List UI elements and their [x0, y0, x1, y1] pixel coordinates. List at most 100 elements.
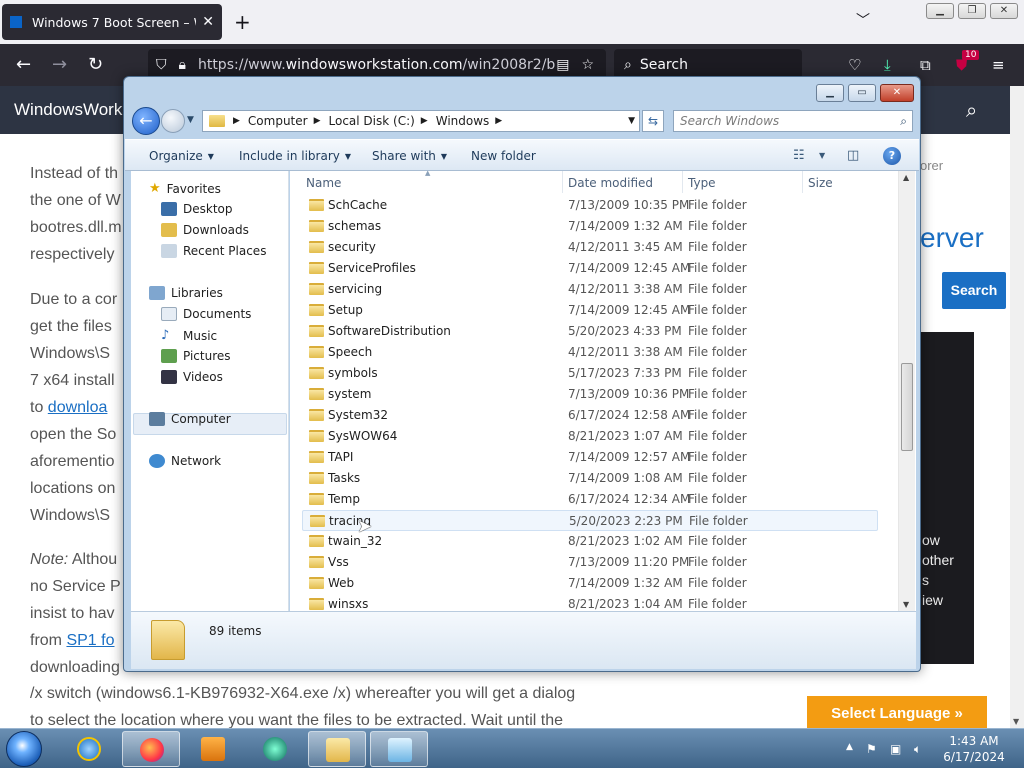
column-header-name[interactable]: Name — [306, 176, 341, 190]
recent-pages-chevron-icon[interactable]: ▼ — [187, 115, 194, 125]
column-divider[interactable] — [802, 171, 803, 193]
show-hidden-icons-chevron-icon[interactable]: ▲ — [846, 742, 853, 752]
table-row[interactable]: Vss 7/13/2009 11:20 PM File folder — [302, 552, 878, 573]
explorer-minimize-button[interactable]: ▁ — [816, 84, 844, 102]
table-row[interactable]: SysWOW64 8/21/2023 1:07 AM File folder — [302, 426, 878, 447]
breadcrumb-windows[interactable]: Windows — [436, 114, 490, 128]
file-list-scrollbar[interactable]: ▲ ▼ — [898, 171, 915, 611]
breadcrumb-computer[interactable]: Computer — [248, 114, 308, 128]
reader-view-icon[interactable]: ▤ — [556, 57, 569, 73]
table-row[interactable]: TAPI 7/14/2009 12:57 AM File folder — [302, 447, 878, 468]
breadcrumb-separator-icon[interactable]: ▶ — [233, 116, 240, 126]
forward-arrow-icon[interactable]: → — [52, 54, 67, 75]
webpage-logo[interactable]: WindowsWorks — [14, 100, 131, 120]
explorer-back-arrow-icon[interactable]: ← — [132, 107, 160, 135]
nav-desktop[interactable]: Desktop — [161, 202, 233, 216]
table-row[interactable]: Tasks 7/14/2009 1:08 AM File folder — [302, 468, 878, 489]
webpage-search-icon[interactable]: ⌕ — [966, 98, 977, 122]
share-with-button[interactable]: Share with ▼ — [372, 149, 447, 163]
table-row[interactable]: servicing 4/12/2011 3:38 AM File folder — [302, 279, 878, 300]
lock-icon[interactable]: 🔒︎ — [179, 57, 186, 73]
explorer-maximize-button[interactable]: ▭ — [848, 84, 876, 102]
action-center-flag-icon[interactable]: ⚑ — [866, 742, 877, 756]
taskbar-firefox[interactable] — [122, 731, 180, 767]
taskbar-media-player[interactable] — [184, 731, 242, 767]
reload-icon[interactable]: ↻ — [88, 54, 103, 75]
bookmark-star-icon[interactable]: ☆ — [581, 57, 594, 73]
change-view-icon[interactable]: ☷ — [793, 148, 805, 163]
list-all-tabs-chevron-icon[interactable]: ﹀ — [856, 10, 870, 30]
table-row[interactable]: System32 6/17/2024 12:58 AM File folder — [302, 405, 878, 426]
address-dropdown-icon[interactable]: ▼ — [628, 116, 635, 126]
organize-button[interactable]: Organize ▼ — [149, 149, 214, 163]
scrollbar-thumb[interactable] — [901, 363, 913, 451]
scroll-down-arrow-icon[interactable]: ▼ — [1013, 717, 1019, 726]
tracking-protection-shield-icon[interactable]: ⛉ — [156, 57, 167, 73]
nav-videos[interactable]: Videos — [161, 370, 223, 384]
explorer-title-bar[interactable]: ▁ ▭ ✕ — [124, 77, 920, 107]
table-row[interactable]: symbols 5/17/2023 7:33 PM File folder — [302, 363, 878, 384]
address-bar[interactable]: ▶ Computer ▶ Local Disk (C:) ▶ Windows ▶… — [202, 110, 640, 132]
nav-network[interactable]: Network — [149, 454, 221, 468]
browser-close-button[interactable]: ✕ — [990, 3, 1018, 19]
pocket-icon[interactable]: ♡ — [848, 56, 861, 74]
browser-tab-active[interactable]: Windows 7 Boot Screen – Windo ✕ — [2, 4, 222, 40]
new-tab-button[interactable]: + — [234, 10, 251, 34]
menu-hamburger-icon[interactable]: ≡ — [992, 56, 1005, 74]
explorer-forward-arrow-icon[interactable] — [161, 109, 185, 133]
column-header-type[interactable]: Type — [688, 176, 716, 190]
preview-pane-icon[interactable]: ◫ — [847, 148, 859, 163]
table-row[interactable]: twain_32 8/21/2023 1:02 AM File folder — [302, 531, 878, 552]
breadcrumb-separator-icon[interactable]: ▶ — [495, 116, 502, 126]
article-sp1-link[interactable]: SP1 fo — [66, 632, 114, 649]
table-row[interactable]: Web 7/14/2009 1:32 AM File folder — [302, 573, 878, 594]
back-arrow-icon[interactable]: ← — [16, 54, 31, 75]
help-icon[interactable]: ? — [883, 147, 901, 165]
table-row[interactable]: SoftwareDistribution 5/20/2023 4:33 PM Fil… — [302, 321, 878, 342]
explorer-close-button[interactable]: ✕ — [880, 84, 914, 102]
network-tray-icon[interactable]: ▣ — [890, 742, 901, 756]
column-divider[interactable] — [562, 171, 563, 193]
refresh-icon[interactable]: ⇆ — [642, 110, 664, 132]
table-row[interactable]: Speech 4/12/2011 3:38 AM File folder — [302, 342, 878, 363]
breadcrumb-local-disk[interactable]: Local Disk (C:) — [329, 114, 415, 128]
taskbar-app-teal[interactable] — [246, 731, 304, 767]
webpage-scrollbar[interactable]: ▼ — [1010, 86, 1024, 728]
nav-music[interactable]: ♪ Music — [161, 328, 217, 343]
taskbar-internet-explorer[interactable] — [60, 731, 118, 767]
new-folder-button[interactable]: New folder — [471, 149, 536, 163]
volume-muted-icon[interactable]: 🔈︎ — [914, 742, 921, 757]
start-button[interactable] — [6, 731, 42, 767]
extensions-puzzle-icon[interactable]: ⧉ — [920, 56, 931, 74]
nav-recent-places[interactable]: Recent Places — [161, 244, 266, 258]
column-header-date-modified[interactable]: Date modified — [568, 176, 653, 190]
breadcrumb-separator-icon[interactable]: ▶ — [314, 116, 321, 126]
breadcrumb-separator-icon[interactable]: ▶ — [421, 116, 428, 126]
table-row[interactable]: Temp 6/17/2024 12:34 AM File folder — [302, 489, 878, 510]
downloads-icon[interactable]: ⤓ — [884, 56, 891, 74]
browser-minimize-button[interactable]: ▁ — [926, 3, 954, 19]
nav-downloads[interactable]: Downloads — [161, 223, 249, 237]
table-row[interactable]: schemas 7/14/2009 1:32 AM File folder — [302, 216, 878, 237]
table-row[interactable]: tracing 5/20/2023 2:23 PM File folder — [302, 510, 878, 531]
table-row[interactable]: system 7/13/2009 10:36 PM File folder — [302, 384, 878, 405]
taskbar-windows-explorer[interactable] — [308, 731, 366, 767]
taskbar-app-window[interactable] — [370, 731, 428, 767]
search-icon[interactable]: ⌕ — [900, 111, 907, 131]
table-row[interactable]: SchCache 7/13/2009 10:35 PM File folder — [302, 195, 878, 216]
nav-libraries[interactable]: Libraries — [149, 286, 223, 300]
explorer-search-input[interactable]: Search Windows ⌕ — [673, 110, 913, 132]
view-options-chevron-icon[interactable]: ▼ — [819, 151, 825, 160]
tab-close-icon[interactable]: ✕ — [202, 14, 214, 30]
nav-favorites[interactable]: ★ Favorites — [149, 181, 221, 196]
table-row[interactable]: security 4/12/2011 3:45 AM File folder — [302, 237, 878, 258]
nav-pictures[interactable]: Pictures — [161, 349, 231, 363]
article-download-link[interactable]: downloa — [48, 399, 108, 416]
nav-documents[interactable]: Documents — [161, 307, 251, 321]
column-divider[interactable] — [682, 171, 683, 193]
scroll-down-arrow-icon[interactable]: ▼ — [903, 600, 909, 609]
scroll-up-arrow-icon[interactable]: ▲ — [903, 173, 909, 182]
nav-computer[interactable]: Computer — [149, 412, 231, 426]
column-header-size[interactable]: Size — [808, 176, 833, 190]
browser-restore-button[interactable]: ❐ — [958, 3, 986, 19]
